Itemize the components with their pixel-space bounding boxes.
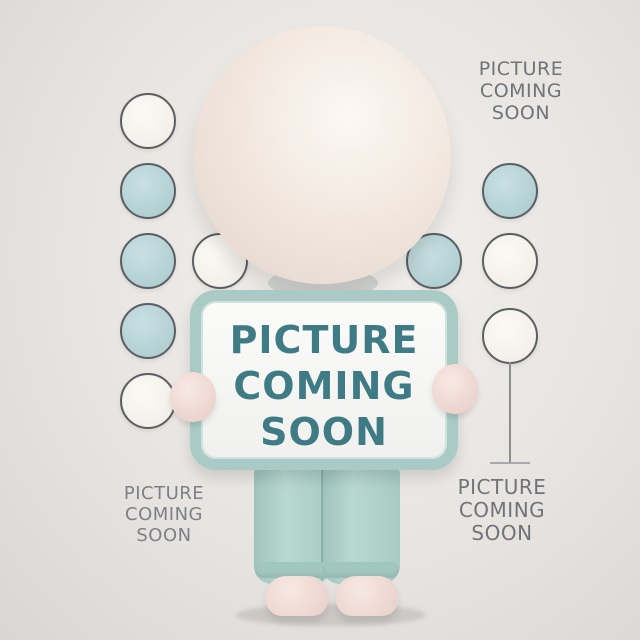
- sign-line: COMING: [233, 364, 415, 408]
- stem-line: [509, 362, 511, 462]
- label-line: PICTURE: [123, 483, 205, 504]
- circle-decoration: [482, 233, 538, 289]
- circle-decoration: [120, 233, 176, 289]
- figure-left-hand: [170, 372, 216, 422]
- circle-decoration: [120, 93, 176, 149]
- top-right-label: PICTURE COMING SOON: [462, 58, 580, 124]
- circle-decoration: [120, 373, 176, 429]
- label-line: PICTURE: [457, 475, 547, 499]
- placeholder-sign: PICTURE COMING SOON: [190, 290, 458, 470]
- sign-line: PICTURE: [229, 318, 419, 362]
- circle-decoration: [120, 303, 176, 359]
- sign-line: SOON: [260, 410, 388, 454]
- label-line: SOON: [136, 524, 192, 546]
- figure-right-hand: [432, 364, 478, 414]
- figure-left-foot: [266, 576, 328, 616]
- circle-decoration: [482, 163, 538, 219]
- figure-right-foot: [336, 576, 398, 616]
- circle-decoration: [120, 163, 176, 219]
- label-line: PICTURE: [478, 58, 564, 80]
- label-line: COMING: [479, 80, 563, 103]
- label-line: COMING: [458, 498, 546, 523]
- stem-base: [490, 462, 530, 464]
- bottom-left-label: PICTURE COMING SOON: [108, 483, 220, 547]
- label-line: SOON: [491, 102, 551, 125]
- sign-text: PICTURE COMING SOON: [201, 317, 447, 455]
- label-line: SOON: [471, 521, 533, 546]
- figure-head: [193, 26, 451, 284]
- ground-shadow: [236, 604, 426, 626]
- bottom-right-label: PICTURE COMING SOON: [440, 475, 564, 546]
- circle-decoration: [482, 308, 538, 364]
- label-line: COMING: [125, 503, 203, 525]
